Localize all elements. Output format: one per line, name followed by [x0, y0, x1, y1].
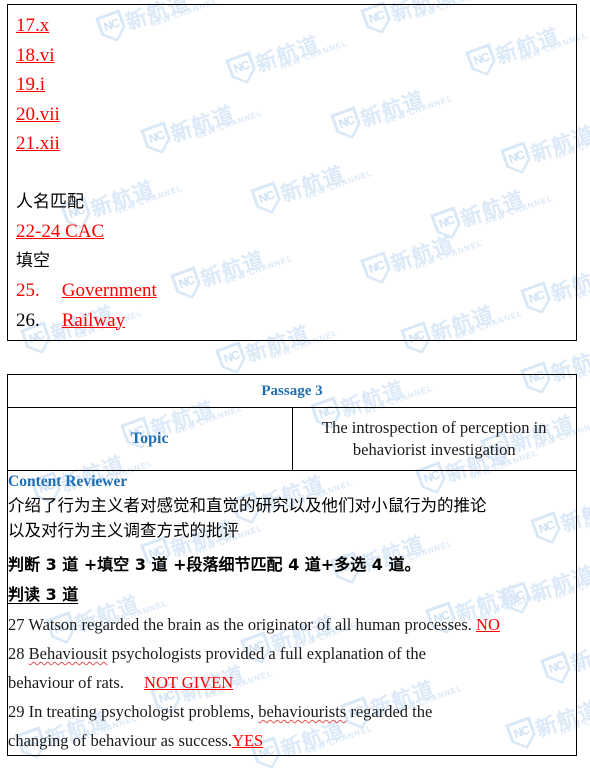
answer-row-21: 21.xii — [16, 129, 576, 159]
passage-3-table: Passage 3 Topic The introspection of per… — [7, 374, 577, 756]
content-reviewer-text-line-2: 以及对行为主义调查方式的批评 — [8, 521, 239, 540]
question-text-wrapped: changing of behaviour as success. — [8, 731, 233, 750]
answer-number: 26. — [16, 309, 40, 331]
content-reviewer-text-line-1: 介绍了行为主义者对感觉和直觉的研究以及他们对小鼠行为的推论 — [8, 496, 487, 515]
section-label-name-matching: 人名匹配 — [16, 191, 84, 212]
question-text: regarded the — [346, 702, 433, 721]
content-reviewer-cell: Content Reviewer 介绍了行为主义者对感觉和直觉的研究以及他们对小… — [7, 470, 577, 756]
question-answer: NO — [476, 615, 500, 634]
topic-label: Topic — [7, 407, 293, 471]
question-answer: NOT GIVEN — [144, 673, 234, 692]
question-row-29-continued: changing of behaviour as success.YES — [8, 726, 576, 755]
answer-value: Government — [61, 280, 157, 301]
answer-value: vii — [39, 103, 60, 125]
answer-value: 22-24 CAC — [16, 221, 105, 242]
misspelled-word: Behaviousit — [28, 644, 108, 663]
blank-line-spacer — [16, 159, 576, 188]
answer-number: 21. — [16, 133, 40, 154]
answers-table: 17.x 18.vi 19.i 20.vii 21.xii 人名匹配 22-24… — [7, 4, 577, 341]
question-row-27: 27 Watson regarded the brain as the orig… — [8, 610, 576, 639]
answer-number: 18. — [16, 44, 40, 66]
question-row-28: 28 Behaviousit psychologists provided a … — [8, 639, 576, 668]
section-label-judgement: 判读 3 道 — [8, 585, 79, 604]
answer-number: 25. — [16, 280, 40, 301]
topic-row: Topic The introspection of perception in… — [7, 407, 577, 471]
passage-header-row: Passage 3 — [7, 374, 577, 408]
content-reviewer-label: Content Reviewer — [8, 473, 128, 490]
question-row-29: 29 In treating psychologist problems, be… — [8, 697, 576, 726]
answer-value: i — [39, 74, 46, 95]
answer-number: 19. — [16, 74, 40, 95]
misspelled-word: behaviourists — [258, 702, 347, 721]
question-number: 28 — [8, 644, 25, 663]
answer-value: Railway — [61, 309, 126, 331]
section-label-wrapper: 判读 3 道 — [8, 580, 576, 610]
topic-value: The introspection of perception in behav… — [291, 407, 577, 471]
answer-row-25: 25. Government — [16, 276, 576, 306]
content-reviewer-row: Content Reviewer 介绍了行为主义者对感觉和直觉的研究以及他们对小… — [7, 470, 577, 756]
question-number: 29 — [8, 702, 25, 721]
question-text: Watson regarded the brain as the origina… — [28, 615, 472, 634]
section-label-fill-blank: 填空 — [16, 250, 50, 271]
answer-row-26: 26. Railway — [16, 306, 576, 336]
answer-row-19: 19.i — [16, 70, 576, 100]
question-number: 27 — [8, 615, 25, 634]
question-text-wrapped: behaviour of rats. — [8, 673, 124, 692]
question-text: In treating psychologist problems, — [28, 702, 259, 721]
answer-number: 17. — [16, 15, 40, 36]
question-breakdown: 判断 3 道 +填空 3 道 +段落细节匹配 4 道+多选 4 道。 — [8, 555, 421, 574]
answer-row-22-24: 22-24 CAC — [16, 217, 576, 247]
watermark-shield-icon: NC — [215, 341, 250, 378]
passage-title: Passage 3 — [7, 374, 577, 408]
answer-value: xii — [39, 133, 60, 154]
answer-row-20: 20.vii — [16, 100, 576, 130]
answer-row-17: 17.x — [16, 11, 576, 41]
answer-value: vi — [39, 44, 55, 66]
question-text: psychologists provided a full explanatio… — [107, 644, 426, 663]
answer-value: x — [39, 15, 50, 36]
answer-number: 20. — [16, 103, 40, 125]
watermark-english-text: NEW CHANNEL — [583, 498, 590, 531]
answer-row-18: 18.vi — [16, 41, 576, 71]
question-row-28-continued: behaviour of rats. NOT GIVEN — [8, 668, 576, 697]
question-answer: YES — [232, 731, 264, 750]
